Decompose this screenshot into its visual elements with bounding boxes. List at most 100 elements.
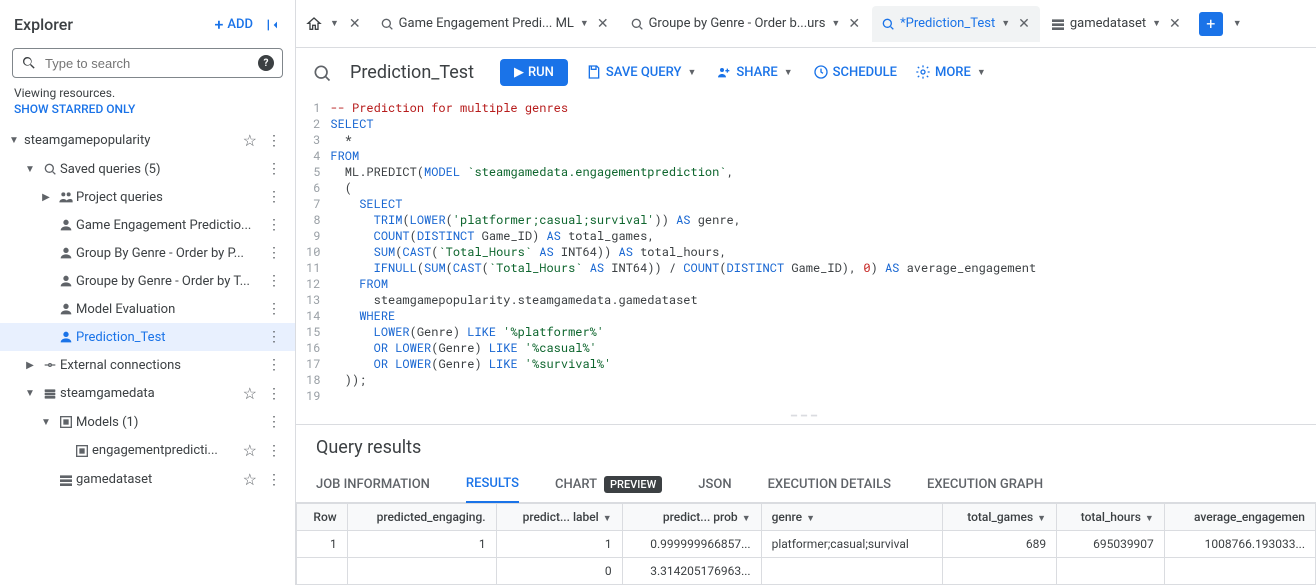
close-icon[interactable]: ✕: [846, 14, 862, 34]
chevron-down-icon[interactable]: ▼: [4, 135, 24, 146]
save-query-button[interactable]: SAVE QUERY ▼: [586, 64, 698, 80]
kebab-icon[interactable]: ⋮: [261, 472, 287, 488]
tab-chart[interactable]: CHART PREVIEW: [555, 467, 662, 502]
more-button[interactable]: MORE ▼: [915, 64, 988, 80]
schedule-button[interactable]: SCHEDULE: [813, 64, 897, 80]
col-predict-prob[interactable]: predict... prob▼: [622, 504, 761, 531]
preview-badge: PREVIEW: [604, 476, 662, 493]
query-icon: [379, 15, 395, 31]
chevron-right-icon[interactable]: ▶: [36, 192, 56, 203]
table-icon: [56, 471, 76, 487]
add-button[interactable]: + ADD: [215, 15, 253, 34]
home-tab[interactable]: ▼ ✕: [300, 14, 369, 34]
kebab-icon[interactable]: ⋮: [261, 217, 287, 233]
tree-dataset[interactable]: ▼ steamgamedata ☆ ⋮: [0, 379, 295, 408]
table-icon: [1050, 15, 1066, 31]
kebab-icon[interactable]: ⋮: [261, 357, 287, 373]
tab-gamedataset[interactable]: gamedataset ▼ ✕: [1042, 6, 1191, 42]
table-row[interactable]: 0 3.314205176963...: [297, 558, 1316, 585]
code-content[interactable]: -- Prediction for multiple genres SELECT…: [330, 100, 1036, 404]
tab-results[interactable]: RESULTS: [466, 466, 519, 503]
table-row[interactable]: 1 1 1 0.999999966857... platformer;casua…: [297, 531, 1316, 558]
chevron-down-icon[interactable]: ▼: [20, 164, 40, 175]
tab-json[interactable]: JSON: [698, 467, 731, 502]
search-input[interactable]: [45, 56, 250, 71]
chevron-down-icon: ▼: [782, 67, 795, 78]
kebab-icon[interactable]: ⋮: [261, 414, 287, 430]
tab-game-engagement[interactable]: Game Engagement Predi... ML ▼ ✕: [371, 6, 619, 42]
resize-handle[interactable]: ━━━: [296, 408, 1316, 424]
kebab-icon[interactable]: ⋮: [261, 443, 287, 459]
share-button[interactable]: SHARE ▼: [716, 64, 794, 80]
tree-models[interactable]: ▼ Models (1) ⋮: [0, 408, 295, 436]
new-tab-button[interactable]: +: [1199, 12, 1223, 36]
chevron-down-icon[interactable]: ▼: [999, 18, 1012, 29]
tree-query-item[interactable]: Group By Genre - Order by P... ⋮: [0, 239, 295, 267]
star-icon[interactable]: ☆: [239, 131, 261, 150]
star-icon[interactable]: ☆: [239, 384, 261, 403]
sql-editor[interactable]: 12345678910111213141516171819 -- Predict…: [296, 96, 1316, 408]
tabs-overflow-dropdown[interactable]: ▼: [1231, 18, 1244, 29]
col-row[interactable]: Row: [297, 504, 348, 531]
chevron-down-icon[interactable]: ▼: [328, 18, 341, 29]
tree-query-item-selected[interactable]: Prediction_Test ⋮: [0, 323, 295, 351]
play-icon: ▶: [514, 65, 524, 80]
close-icon[interactable]: ✕: [1167, 14, 1183, 34]
tree-project-queries[interactable]: ▶ Project queries ⋮: [0, 183, 295, 211]
tree-model-item[interactable]: engagementpredicti... ☆ ⋮: [0, 436, 295, 465]
chevron-down-icon[interactable]: ▼: [578, 18, 591, 29]
show-starred-link[interactable]: SHOW STARRED ONLY: [0, 102, 295, 126]
run-button[interactable]: ▶ RUN: [500, 59, 568, 86]
kebab-icon[interactable]: ⋮: [261, 273, 287, 289]
tree-query-item[interactable]: Model Evaluation ⋮: [0, 295, 295, 323]
kebab-icon[interactable]: ⋮: [261, 301, 287, 317]
person-icon: [56, 301, 76, 317]
tree-project[interactable]: ▼ steamgamepopularity ☆ ⋮: [0, 126, 295, 155]
tab-job-information[interactable]: JOB INFORMATION: [316, 467, 430, 502]
col-predicted-engaging[interactable]: predicted_engaging.: [347, 504, 496, 531]
results-table-wrap[interactable]: Row predicted_engaging. predict... label…: [296, 503, 1316, 585]
tab-prediction-test[interactable]: *Prediction_Test ▼ ✕: [872, 6, 1040, 42]
tab-execution-details[interactable]: EXECUTION DETAILS: [768, 467, 891, 502]
model-icon: [56, 414, 76, 430]
kebab-icon[interactable]: ⋮: [261, 133, 287, 149]
tab-groupe-genre[interactable]: Groupe by Genre - Order b...urs ▼ ✕: [621, 6, 871, 42]
help-icon[interactable]: ?: [258, 55, 274, 71]
chevron-down-icon[interactable]: ▼: [36, 417, 56, 428]
kebab-icon[interactable]: ⋮: [261, 189, 287, 205]
close-icon[interactable]: ✕: [347, 14, 363, 34]
query-icon: [629, 15, 645, 31]
kebab-icon[interactable]: ⋮: [261, 245, 287, 261]
tree-query-item[interactable]: Groupe by Genre - Order by T... ⋮: [0, 267, 295, 295]
tree-saved-queries[interactable]: ▼ Saved queries (5) ⋮: [0, 155, 295, 183]
col-avg-engagement[interactable]: average_engagemen: [1164, 504, 1315, 531]
tree-query-item[interactable]: Game Engagement Predictio... ⋮: [0, 211, 295, 239]
explorer-title: Explorer: [14, 15, 73, 34]
star-icon[interactable]: ☆: [239, 441, 261, 460]
col-predict-label[interactable]: predict... label▼: [496, 504, 622, 531]
model-icon: [72, 442, 92, 458]
col-total-games[interactable]: total_games▼: [942, 504, 1056, 531]
kebab-icon[interactable]: ⋮: [261, 329, 287, 345]
chevron-right-icon[interactable]: ▶: [20, 360, 40, 371]
share-icon: [716, 64, 732, 80]
col-genre[interactable]: genre▼: [761, 504, 942, 531]
tree-table-item[interactable]: gamedataset ☆ ⋮: [0, 465, 295, 494]
kebab-icon[interactable]: ⋮: [261, 386, 287, 402]
chevron-down-icon[interactable]: ▼: [1150, 18, 1163, 29]
explorer-sidebar: Explorer + ADD ? Viewing resources. SHOW…: [0, 0, 296, 585]
tab-execution-graph[interactable]: EXECUTION GRAPH: [927, 467, 1043, 502]
col-total-hours[interactable]: total_hours▼: [1057, 504, 1165, 531]
chevron-down-icon[interactable]: ▼: [20, 388, 40, 399]
query-toolbar: Prediction_Test ▶ RUN SAVE QUERY ▼ SHARE…: [296, 48, 1316, 96]
close-icon[interactable]: ✕: [1016, 14, 1032, 34]
tree-external-connections[interactable]: ▶ External connections ⋮: [0, 351, 295, 379]
search-input-wrap[interactable]: ?: [12, 48, 283, 78]
chevron-down-icon[interactable]: ▼: [829, 18, 842, 29]
kebab-icon[interactable]: ⋮: [261, 161, 287, 177]
star-icon[interactable]: ☆: [239, 470, 261, 489]
close-icon[interactable]: ✕: [595, 14, 611, 34]
collapse-sidebar-icon[interactable]: [265, 14, 281, 35]
chevron-down-icon: ▼: [685, 67, 698, 78]
tab-bar: ▼ ✕ Game Engagement Predi... ML ▼ ✕ Grou…: [296, 0, 1316, 48]
